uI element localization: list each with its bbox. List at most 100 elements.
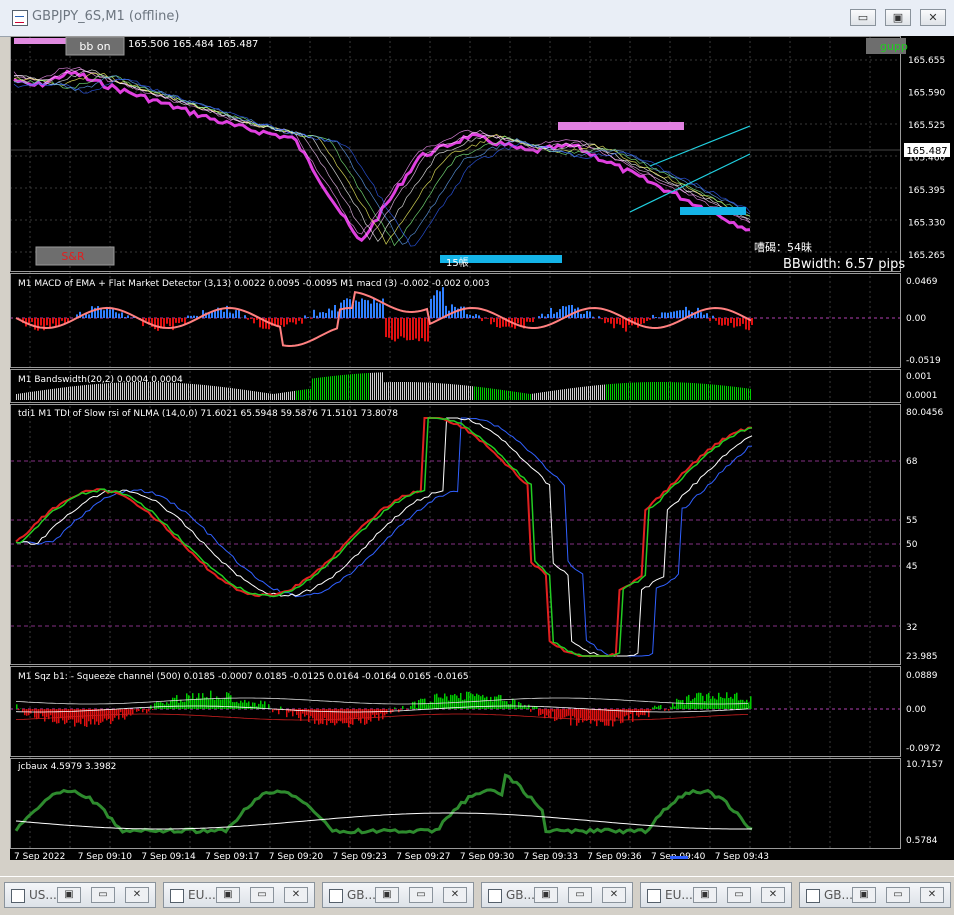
price-axis-label: 165.395 [908, 186, 945, 196]
chart-tab[interactable]: EU...▣▭✕ [163, 882, 315, 908]
bandwidth-bar [306, 389, 307, 400]
bandwidth-bar [600, 385, 601, 400]
tab-close-button[interactable]: ✕ [761, 887, 785, 903]
tab-restore-button[interactable]: ▣ [375, 887, 399, 903]
macd-bar [379, 303, 381, 318]
sqz-bar [498, 695, 500, 709]
chart-tab[interactable]: GB...▣▭✕ [322, 882, 474, 908]
bandwidth-bar [468, 386, 469, 400]
bandwidth-bar [26, 393, 27, 400]
bandwidth-bar [440, 383, 441, 400]
tab-minimize-button[interactable]: ▭ [250, 887, 274, 903]
chart-tab[interactable]: GB...▣▭✕ [481, 882, 633, 908]
macd-bar [319, 312, 321, 318]
chart-svg[interactable]: bb on 165.506 165.484 165.487 gupp S&R 1… [10, 36, 954, 860]
tab-close-button[interactable]: ✕ [920, 887, 944, 903]
bandwidth-bar [632, 383, 633, 400]
macd-axis-label: 0.0469 [906, 277, 938, 287]
sqz-bar [110, 709, 112, 724]
bandwidth-bar [572, 388, 573, 400]
tab-close-button[interactable]: ✕ [602, 887, 626, 903]
sqz-bar [578, 709, 580, 723]
tab-restore-button[interactable]: ▣ [216, 887, 240, 903]
tab-restore-button[interactable]: ▣ [57, 887, 81, 903]
chart-tab[interactable]: US...▣▭✕ [4, 882, 156, 908]
bandwidth-bar [726, 386, 727, 400]
sqz-bar [750, 696, 752, 709]
bandwidth-bar [58, 388, 59, 400]
panel-frame [11, 405, 901, 665]
bandwidth-bar [98, 384, 99, 400]
bandwidth-bar [322, 377, 323, 400]
panel-frame [11, 37, 901, 272]
tab-minimize-button[interactable]: ▭ [886, 887, 910, 903]
tab-restore-button[interactable]: ▣ [534, 887, 558, 903]
chart-canvas[interactable]: bb on 165.506 165.484 165.487 gupp S&R 1… [10, 36, 954, 860]
tab-close-button[interactable]: ✕ [284, 887, 308, 903]
sqz-bar [200, 699, 202, 709]
macd-bar [256, 318, 258, 320]
tab-close-button[interactable]: ✕ [443, 887, 467, 903]
bandwidth-bar [290, 392, 291, 400]
chart-tab[interactable]: GB...▣▭✕ [799, 882, 951, 908]
macd-bar [721, 318, 723, 326]
sqz-bar [570, 709, 572, 726]
tab-minimize-button[interactable]: ▭ [727, 887, 751, 903]
sqz-bar [108, 709, 110, 719]
minimize-button[interactable]: ▭ [850, 9, 876, 26]
tab-close-button[interactable]: ✕ [125, 887, 149, 903]
bandwidth-bar [618, 383, 619, 400]
sqz-bar [554, 709, 556, 721]
tab-minimize-button[interactable]: ▭ [568, 887, 592, 903]
tab-minimize-button[interactable]: ▭ [409, 887, 433, 903]
close-button[interactable]: ✕ [920, 9, 946, 26]
sqz-bar [40, 709, 42, 714]
bandwidth-bar [484, 388, 485, 400]
bandwidth-bar [520, 393, 521, 400]
macd-bar [517, 318, 519, 323]
jcbaux-line [16, 775, 752, 833]
bandwidth-bar [288, 392, 289, 400]
bandwidth-bar [526, 393, 527, 400]
bandwidth-bar [32, 392, 33, 400]
bandwidth-bar [630, 383, 631, 400]
macd-bar [733, 318, 735, 328]
macd-bar [709, 318, 711, 321]
tdi-axis-label: 32 [906, 623, 917, 633]
bandwidth-bar [268, 393, 269, 400]
bandwidth-bar [270, 394, 271, 400]
sqz-bar [538, 709, 540, 716]
lots-label: 15帳 [446, 256, 469, 269]
bandwidth-bar [82, 385, 83, 400]
macd-bar [181, 318, 183, 322]
macd-bar [400, 318, 402, 336]
bandwidth-bar [492, 389, 493, 400]
chart-tab[interactable]: EU...▣▭✕ [640, 882, 792, 908]
sqz-bar [722, 698, 724, 709]
bandwidth-bar [122, 382, 123, 400]
tdi-line [16, 418, 752, 656]
sqz-bar [238, 703, 240, 709]
sqz-bar [502, 701, 504, 709]
sqz-bar [588, 709, 590, 719]
sqz-bar [188, 695, 190, 709]
tab-restore-button[interactable]: ▣ [852, 887, 876, 903]
bandwidth-bar [732, 387, 733, 400]
macd-bar [673, 311, 675, 318]
bandwidth-bar [170, 383, 171, 400]
sqz-bar [134, 709, 136, 710]
macd-bar [121, 312, 123, 318]
sqz-bar [354, 709, 356, 719]
sqz-bar [540, 709, 542, 715]
macd-bar [559, 309, 561, 318]
bandwidth-bar [554, 391, 555, 400]
bandwidth-bar [312, 378, 313, 400]
tab-minimize-button[interactable]: ▭ [91, 887, 115, 903]
bandwidth-bar [354, 374, 355, 400]
tab-restore-button[interactable]: ▣ [693, 887, 717, 903]
restore-button[interactable]: ▣ [885, 9, 911, 26]
sqz-bar [100, 709, 102, 723]
macd-bar [664, 312, 666, 318]
bandwidth-bar [416, 382, 417, 400]
sqz-bar [58, 709, 60, 723]
